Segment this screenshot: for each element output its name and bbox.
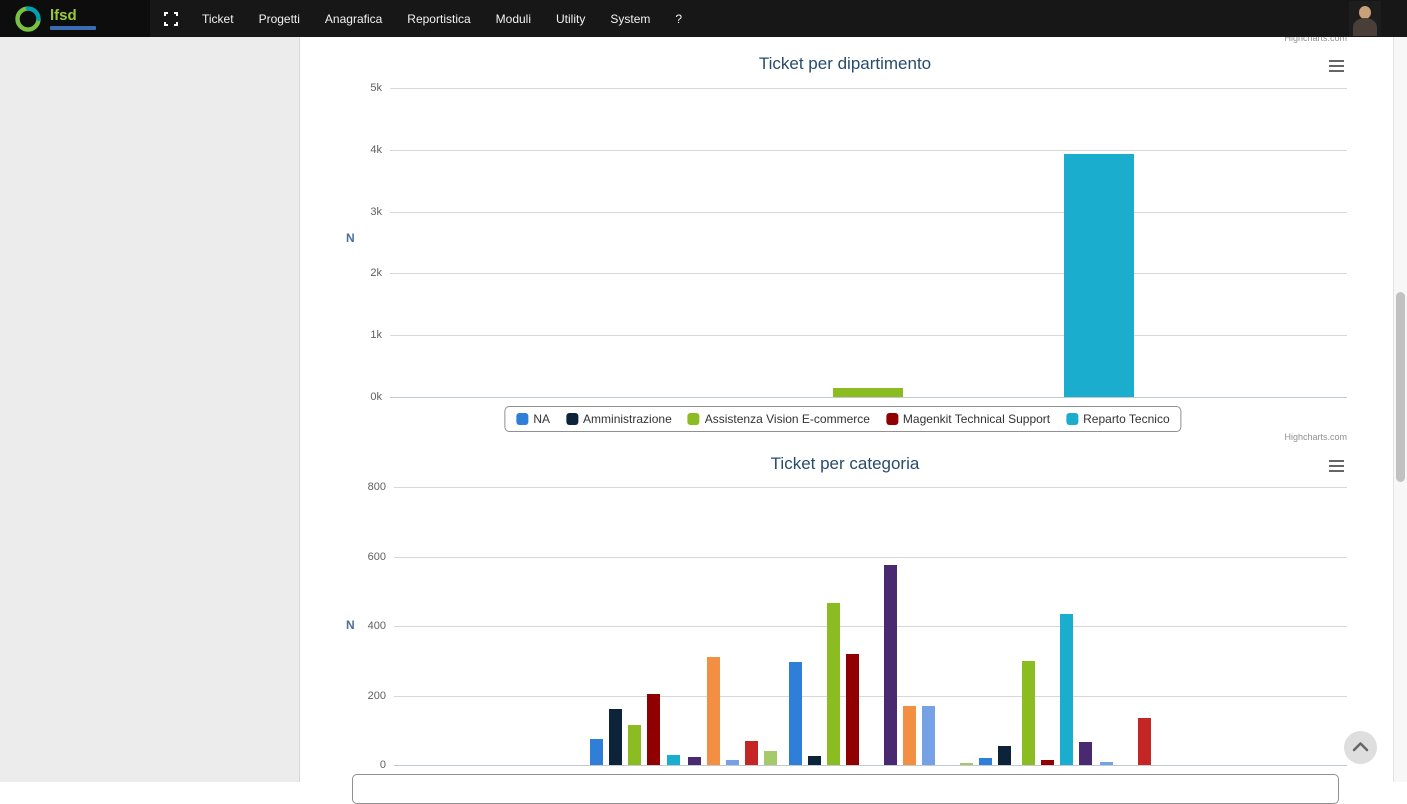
brand-name: lfsd [50,6,77,24]
bar[interactable] [1100,762,1113,765]
chart-menu-icon[interactable] [1329,60,1344,75]
bar[interactable] [1060,614,1073,765]
bar[interactable] [827,603,840,765]
logo-swirl-icon [15,5,41,32]
main-menu: Ticket Progetti Anagrafica Reportistica … [202,12,682,26]
bar[interactable] [609,709,622,765]
bar[interactable] [846,654,859,765]
menu-item-help[interactable]: ? [675,12,682,26]
bar[interactable] [960,763,973,765]
bar[interactable] [688,757,701,765]
avatar[interactable] [1349,1,1381,36]
bar[interactable] [998,746,1011,765]
bar[interactable] [628,725,641,765]
highcharts-credits-chart1[interactable]: Highcharts.com [1284,432,1347,442]
fullscreen-icon[interactable] [164,11,178,26]
topbar: lfsd Ticket Progetti Anagrafica Reportis… [0,0,1407,37]
bar[interactable] [667,755,680,765]
bar[interactable] [745,741,758,765]
menu-item-ticket[interactable]: Ticket [202,12,234,26]
bar[interactable] [1064,154,1134,397]
menu-item-progetti[interactable]: Progetti [259,12,300,26]
menu-item-utility[interactable]: Utility [556,12,585,26]
scroll-to-top-button[interactable] [1344,731,1377,764]
bar[interactable] [764,751,777,765]
bar[interactable] [1138,718,1151,765]
bar[interactable] [922,706,935,765]
bar[interactable] [833,388,903,397]
menu-item-moduli[interactable]: Moduli [496,12,531,26]
bar[interactable] [979,758,992,765]
bar[interactable] [884,565,897,765]
brand-tagline [50,25,96,30]
menu-item-anagrafica[interactable]: Anagrafica [325,12,382,26]
bar[interactable] [726,760,739,765]
scrollbar-track[interactable] [1393,37,1407,782]
chart-menu-icon[interactable] [1329,460,1344,475]
bar[interactable] [590,739,603,765]
bar[interactable] [647,694,660,765]
bar[interactable] [707,657,720,765]
bar[interactable] [1041,760,1054,765]
sidebar [0,37,300,782]
bar[interactable] [808,756,821,765]
bar[interactable] [903,706,916,765]
bar[interactable] [1022,661,1035,765]
menu-item-system[interactable]: System [610,12,650,26]
avatar-body [1353,18,1377,36]
chart2-legend-box-partial [352,774,1339,804]
chevron-up-icon [1352,742,1369,752]
app-logo[interactable]: lfsd [0,0,150,37]
menu-item-reportistica[interactable]: Reportistica [407,12,470,26]
scrollbar-thumb[interactable] [1396,292,1405,482]
bar[interactable] [789,662,802,765]
bar[interactable] [1079,742,1092,765]
